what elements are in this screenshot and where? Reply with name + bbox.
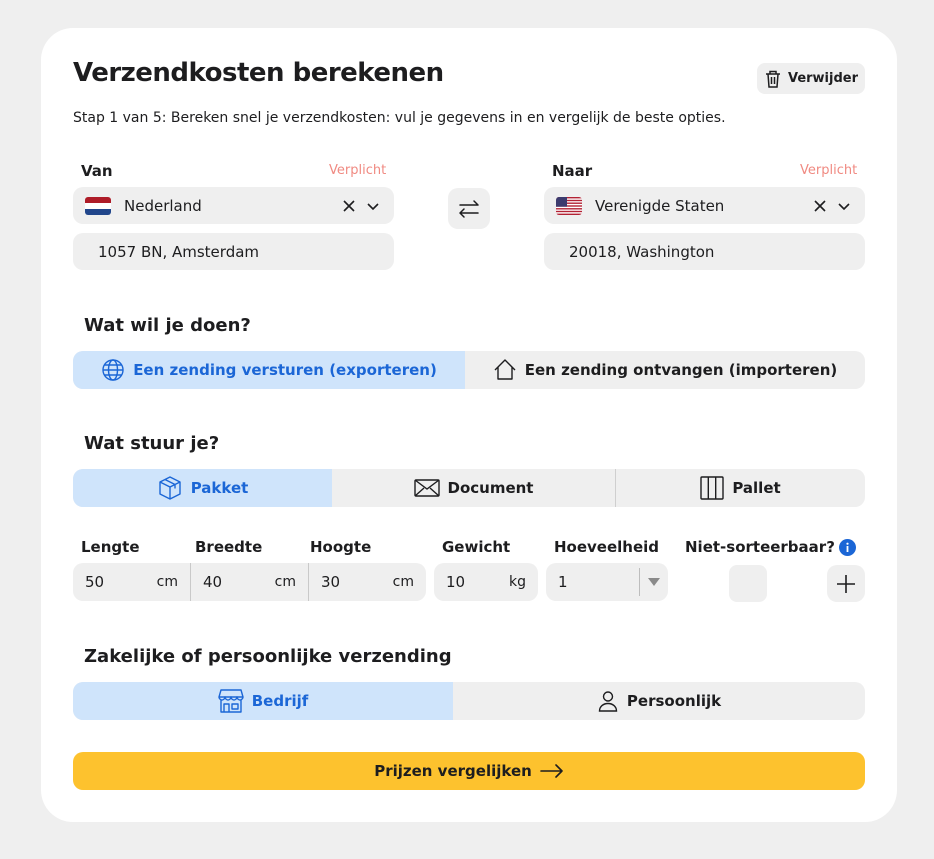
storefront-icon [218, 688, 244, 714]
input-divider [190, 563, 191, 601]
from-label: Van [81, 162, 113, 180]
from-address-value: 1057 BN, Amsterdam [98, 242, 260, 261]
to-country-select[interactable]: Verenigde Staten [544, 187, 865, 224]
non-sortable-checkbox[interactable] [729, 565, 767, 602]
length-label: Lengte [81, 538, 140, 556]
weight-unit: kg [509, 574, 526, 590]
business-option-label: Bedrijf [251, 692, 309, 710]
business-toggle: Bedrijf Persoonlijk [73, 682, 865, 720]
plus-icon [836, 574, 856, 594]
arrow-right-icon [539, 764, 564, 778]
info-icon[interactable] [838, 538, 856, 556]
swap-button[interactable] [448, 188, 490, 229]
pallet-icon [700, 476, 725, 500]
height-label: Hoogte [310, 538, 372, 556]
weight-value: 10 [446, 573, 466, 591]
action-toggle: Een zending versturen (exporteren) Een z… [73, 351, 865, 389]
business-heading: Zakelijke of persoonlijke verzending [84, 646, 452, 667]
caret-down-icon [640, 578, 668, 586]
from-country-select[interactable]: Nederland [73, 187, 394, 224]
package-option-label: Pakket [190, 479, 249, 497]
from-required: Verplicht [329, 163, 387, 178]
globe-icon [101, 358, 125, 382]
action-heading: Wat wil je doen? [84, 315, 251, 336]
to-required: Verplicht [800, 163, 858, 178]
swap-arrows-icon [457, 197, 481, 221]
height-value: 30 [321, 573, 341, 591]
remove-label: Verwijder [787, 71, 859, 86]
box-icon [157, 475, 183, 501]
remove-button[interactable]: Verwijder [757, 63, 865, 94]
quantity-select[interactable]: 1 [546, 563, 668, 601]
input-divider [308, 563, 309, 601]
non-sortable-label: Niet-sorteerbaar? [685, 538, 835, 556]
width-value: 40 [203, 573, 223, 591]
trash-icon [764, 69, 782, 89]
quantity-value: 1 [558, 573, 568, 591]
from-address-input[interactable]: 1057 BN, Amsterdam [73, 233, 394, 270]
personal-option[interactable]: Persoonlijk [453, 682, 865, 720]
page-title: Verzendkosten berekenen [73, 58, 444, 88]
from-country-value: Nederland [124, 196, 202, 215]
clear-icon[interactable] [813, 199, 827, 213]
pallet-option-label: Pallet [732, 479, 781, 497]
length-input[interactable]: 50 cm [73, 563, 190, 601]
shipment-type-toggle: Pakket Document Pallet [73, 469, 865, 507]
document-option[interactable]: Document [332, 469, 615, 507]
person-icon [597, 690, 619, 712]
to-country-value: Verenigde Staten [595, 196, 725, 215]
weight-input[interactable]: 10 kg [434, 563, 538, 601]
house-icon [493, 358, 517, 382]
export-option-label: Een zending versturen (exporteren) [133, 361, 437, 379]
package-option[interactable]: Pakket [73, 469, 332, 507]
pallet-option[interactable]: Pallet [616, 469, 865, 507]
length-value: 50 [85, 573, 105, 591]
to-address-value: 20018, Washington [569, 242, 715, 261]
envelope-icon [413, 478, 440, 498]
length-unit: cm [156, 574, 178, 590]
width-unit: cm [274, 574, 296, 590]
step-subtitle: Stap 1 van 5: Bereken snel je verzendkos… [73, 110, 726, 126]
import-option-label: Een zending ontvangen (importeren) [524, 361, 838, 379]
usa-flag-icon [556, 196, 582, 215]
height-input[interactable]: 30 cm [309, 563, 426, 601]
height-unit: cm [392, 574, 414, 590]
width-label: Breedte [195, 538, 263, 556]
add-package-button[interactable] [827, 565, 865, 602]
non-sortable-label-wrap: Niet-sorteerbaar? [685, 538, 856, 556]
to-label: Naar [552, 162, 593, 180]
weight-label: Gewicht [442, 538, 511, 556]
clear-icon[interactable] [342, 199, 356, 213]
import-option[interactable]: Een zending ontvangen (importeren) [465, 351, 865, 389]
quantity-label: Hoeveelheid [554, 538, 660, 556]
width-input[interactable]: 40 cm [191, 563, 308, 601]
quantity-dropdown[interactable] [639, 563, 668, 601]
personal-option-label: Persoonlijk [626, 692, 722, 710]
compare-prices-button[interactable]: Prijzen vergelijken [73, 752, 865, 790]
netherlands-flag-icon [85, 196, 111, 215]
compare-prices-label: Prijzen vergelijken [374, 762, 532, 780]
business-option[interactable]: Bedrijf [73, 682, 453, 720]
chevron-down-icon[interactable] [837, 201, 851, 211]
chevron-down-icon[interactable] [366, 201, 380, 211]
to-address-input[interactable]: 20018, Washington [544, 233, 865, 270]
shipment-type-heading: Wat stuur je? [84, 433, 220, 454]
export-option[interactable]: Een zending versturen (exporteren) [73, 351, 465, 389]
document-option-label: Document [447, 479, 534, 497]
